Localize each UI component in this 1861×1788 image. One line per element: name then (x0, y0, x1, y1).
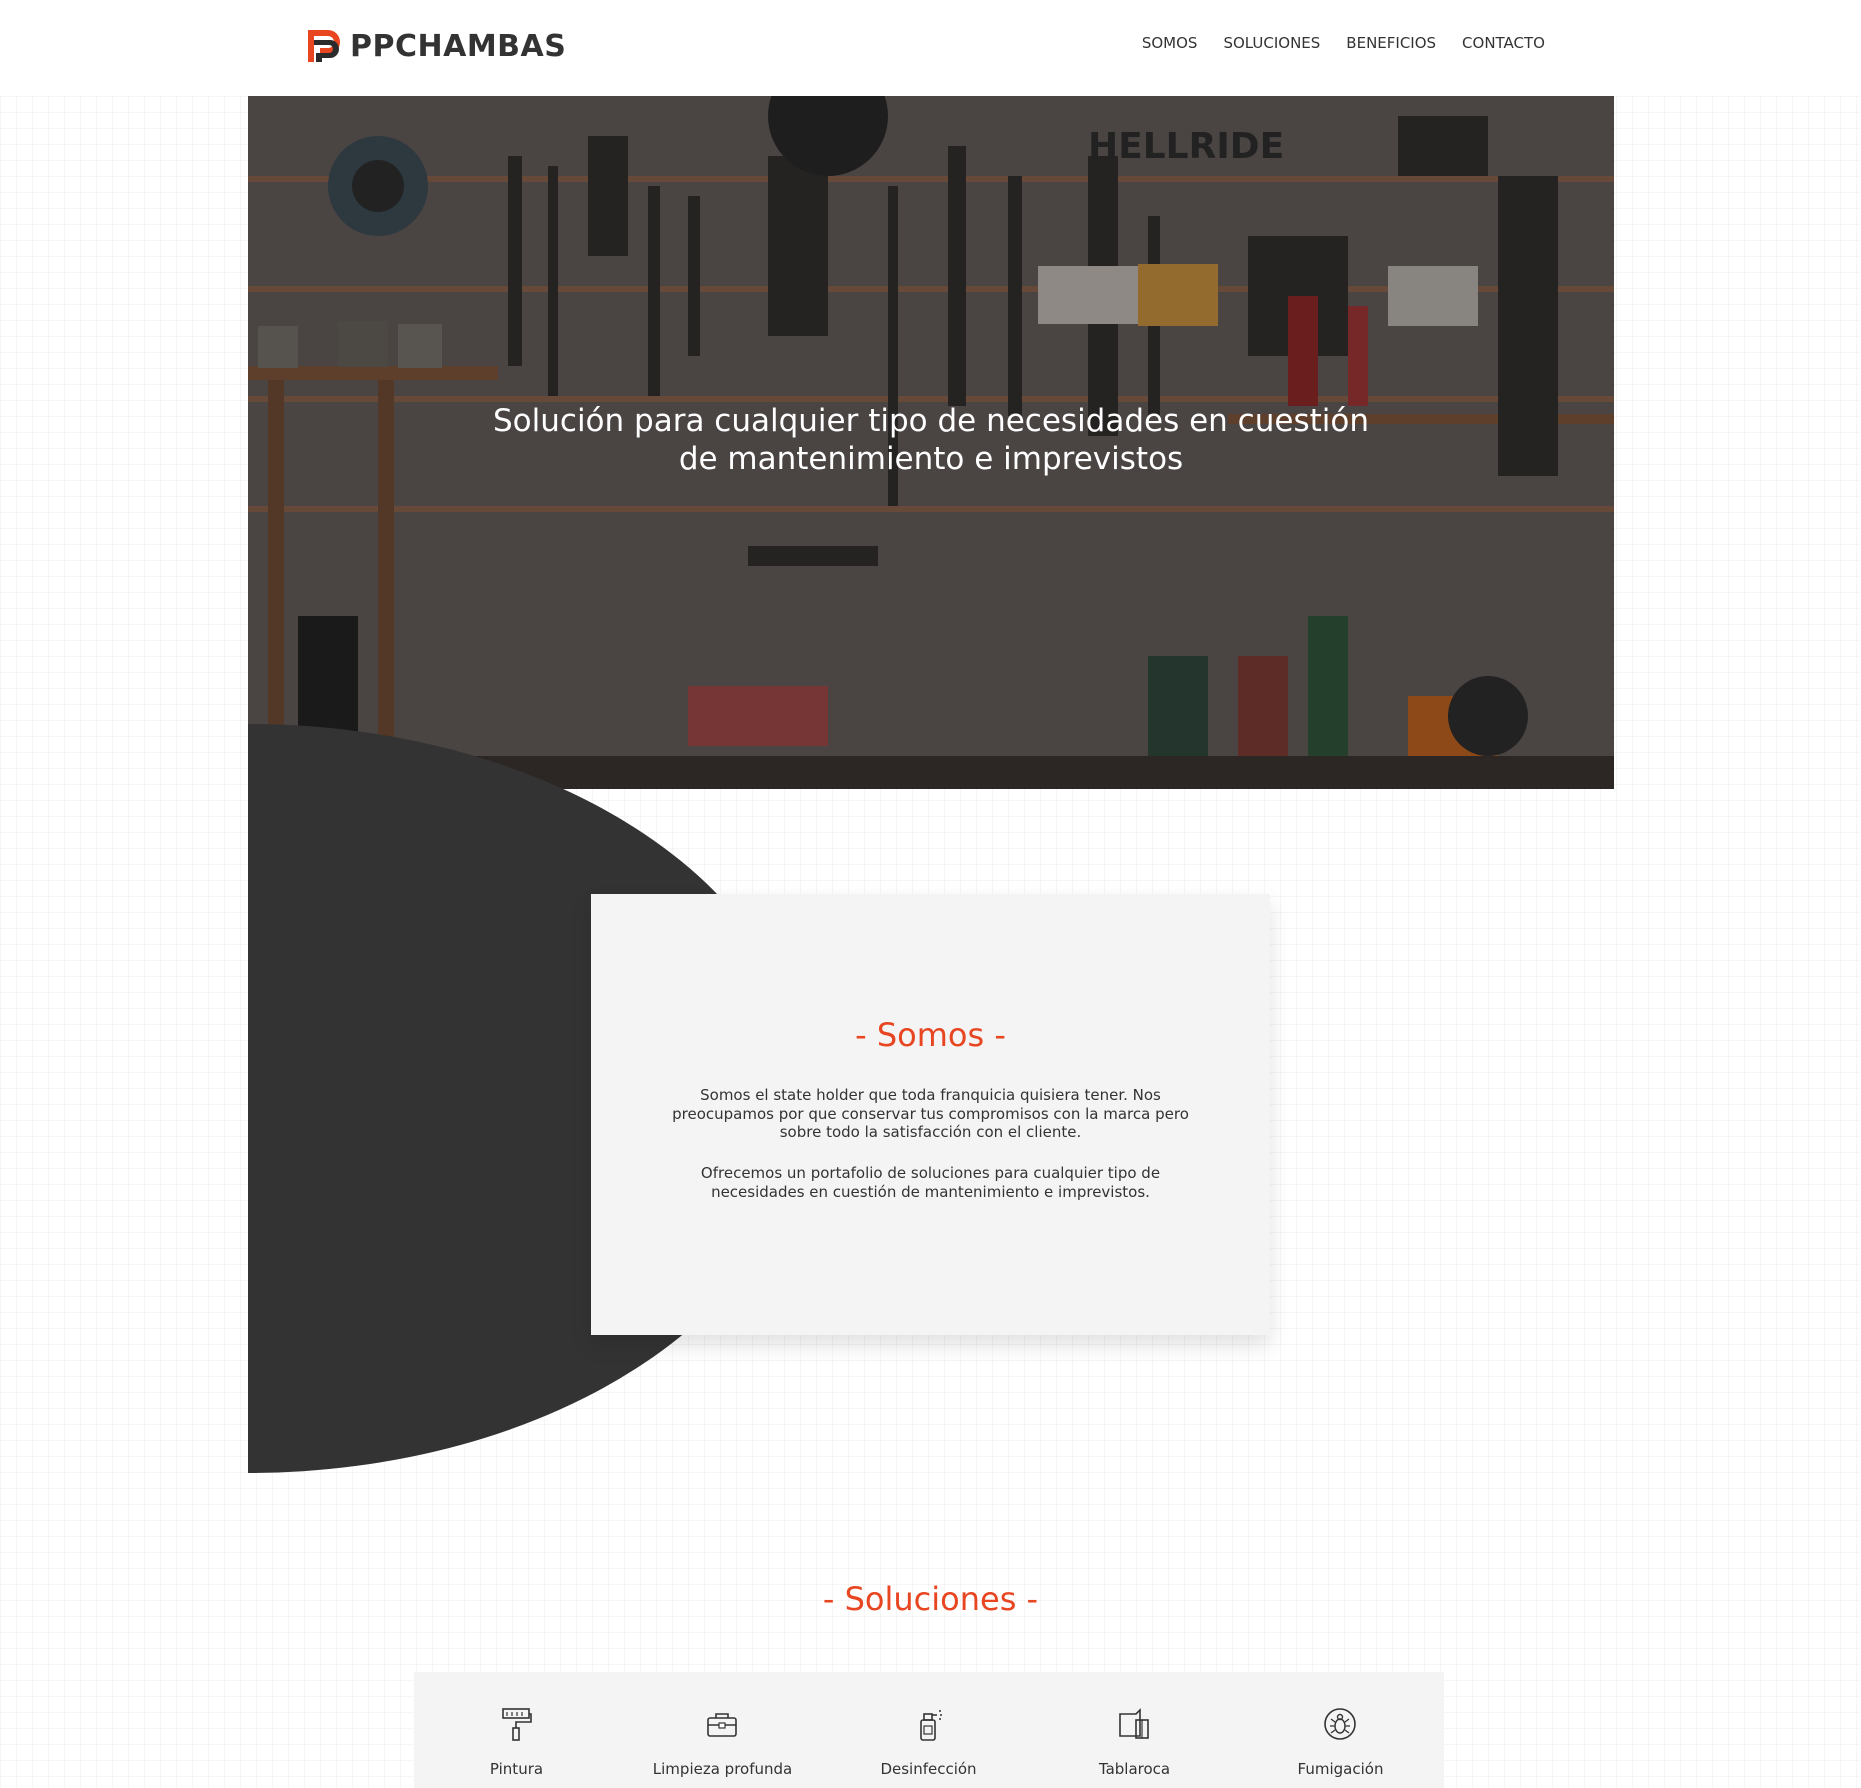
solution-item-fumigacion[interactable]: Fumigación (1238, 1672, 1443, 1788)
solution-item-desinfeccion[interactable]: Desinfección (826, 1672, 1031, 1788)
cleaning-kit-icon (707, 1713, 737, 1737)
solution-item-pintura[interactable]: Pintura (414, 1672, 619, 1788)
soluciones-title: - Soluciones - (822, 1580, 1039, 1618)
nav-beneficios[interactable]: BENEFICIOS (1346, 34, 1436, 52)
hero-title-line1: Solución para cualquier tipo de necesida… (493, 403, 1369, 439)
solution-item-tablaroca[interactable]: Tablaroca (1032, 1672, 1237, 1788)
somos-card: - Somos - Somos el state holder que toda… (591, 894, 1270, 1335)
pp-logo-icon (306, 24, 346, 69)
paint-roller-icon (502, 1708, 532, 1741)
hero-title: Solución para cualquier tipo de necesida… (248, 402, 1614, 478)
nav-soluciones[interactable]: SOLUCIONES (1223, 34, 1320, 52)
somos-paragraph-1: Somos el state holder que toda franquici… (672, 1086, 1189, 1141)
nav-somos[interactable]: SOMOS (1142, 34, 1198, 52)
solution-label: Limpieza profunda (652, 1760, 793, 1778)
soluciones-list: Pintura Limpieza profunda Desinfección T… (414, 1672, 1444, 1788)
bug-icon (1324, 1708, 1356, 1740)
brand-name: PPCHAMBAS (350, 29, 567, 64)
somos-paragraph-2: Ofrecemos un portafolio de soluciones pa… (700, 1164, 1161, 1201)
drywall-icon (1119, 1708, 1149, 1739)
solution-label: Fumigación (1297, 1760, 1384, 1778)
nav-contacto[interactable]: CONTACTO (1462, 34, 1545, 52)
solution-item-limpieza[interactable]: Limpieza profunda (620, 1672, 825, 1788)
somos-title: - Somos - (855, 1016, 1006, 1054)
solution-label: Tablaroca (1098, 1760, 1171, 1778)
solution-label: Pintura (489, 1760, 544, 1778)
site-header: PPCHAMBAS SOMOS SOLUCIONES BENEFICIOS CO… (0, 0, 1861, 96)
solution-label: Desinfección (880, 1760, 977, 1778)
spray-bottle-icon (920, 1710, 942, 1741)
brand-logo[interactable]: PPCHAMBAS (306, 24, 566, 69)
hero-title-line2: de mantenimiento e imprevistos (678, 441, 1184, 477)
main-nav: SOMOS SOLUCIONES BENEFICIOS CONTACTO (1142, 34, 1545, 52)
hero-banner: HELLRIDE Solución para cualquier tipo de… (248, 96, 1614, 789)
